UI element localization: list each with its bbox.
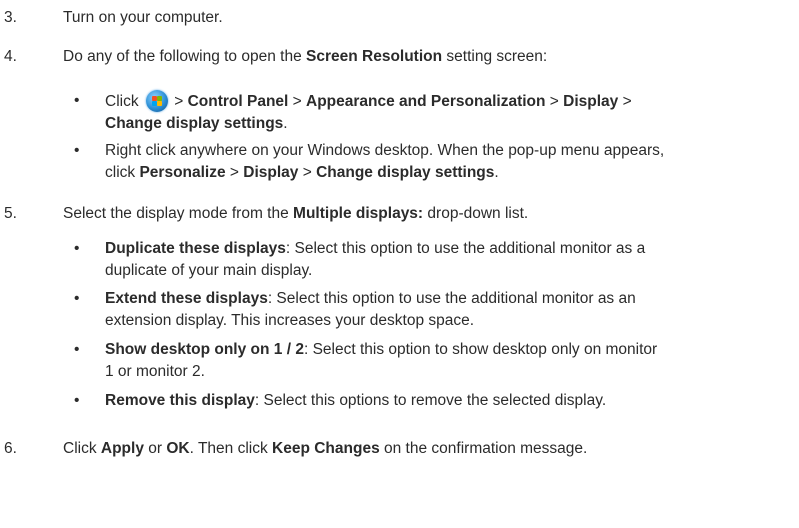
step-text: Select the display mode from the Multipl… [63,205,529,222]
windows-start-orb-icon [145,90,168,112]
multiple-displays-term: Multiple displays: [293,205,424,222]
step-number: 6. [4,440,17,457]
bullet-dot: • [74,92,80,109]
bullet-dot: • [74,290,80,307]
bullet-dot: • [74,392,80,409]
step-text: Turn on your computer. [63,9,223,26]
step-number: 3. [4,9,17,26]
step-text: Click Apply or OK. Then click Keep Chang… [63,440,588,457]
bullet-dot: • [74,142,80,159]
step-text: Do any of the following to open the Scre… [63,48,548,65]
step-number: 5. [4,205,17,222]
screen-resolution-term: Screen Resolution [306,48,443,65]
bullet-dot: • [74,240,80,257]
step-number: 4. [4,48,17,65]
bullet-dot: • [74,341,80,358]
